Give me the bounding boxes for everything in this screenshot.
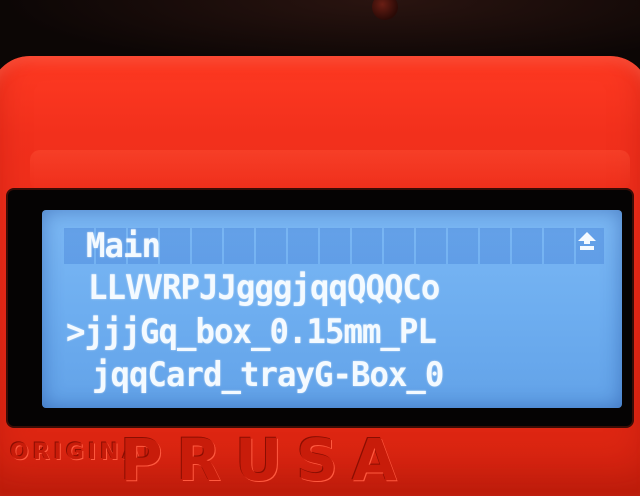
menu-title: Main — [86, 226, 161, 266]
lcd-row-item-3[interactable]: jqqCard_trayG-Box_0 — [42, 353, 640, 397]
housing-ridge — [30, 150, 630, 190]
lcd-screen: Main LLVVRPJJgggjqqQQQCo >jjjGq_box_0.15… — [42, 210, 622, 408]
lcd-row-item-1[interactable]: LLVVRPJJgggjqqQQQCo — [42, 266, 640, 310]
logo-original-text: ORIGINAL — [10, 440, 162, 465]
menu-item-label: >jjjGq_box_0.15mm_PL — [66, 312, 437, 352]
lcd-row-title[interactable]: Main — [42, 224, 640, 268]
up-arrow-icon — [578, 232, 596, 250]
logo-prusa-text: PRUSA — [120, 426, 411, 494]
lcd-row-item-2-selected[interactable]: >jjjGq_box_0.15mm_PL — [42, 310, 640, 354]
menu-item-label: jqqCard_trayG-Box_0 — [92, 355, 444, 395]
menu-item-label: LLVVRPJJgggjqqQQQCo — [88, 268, 440, 308]
